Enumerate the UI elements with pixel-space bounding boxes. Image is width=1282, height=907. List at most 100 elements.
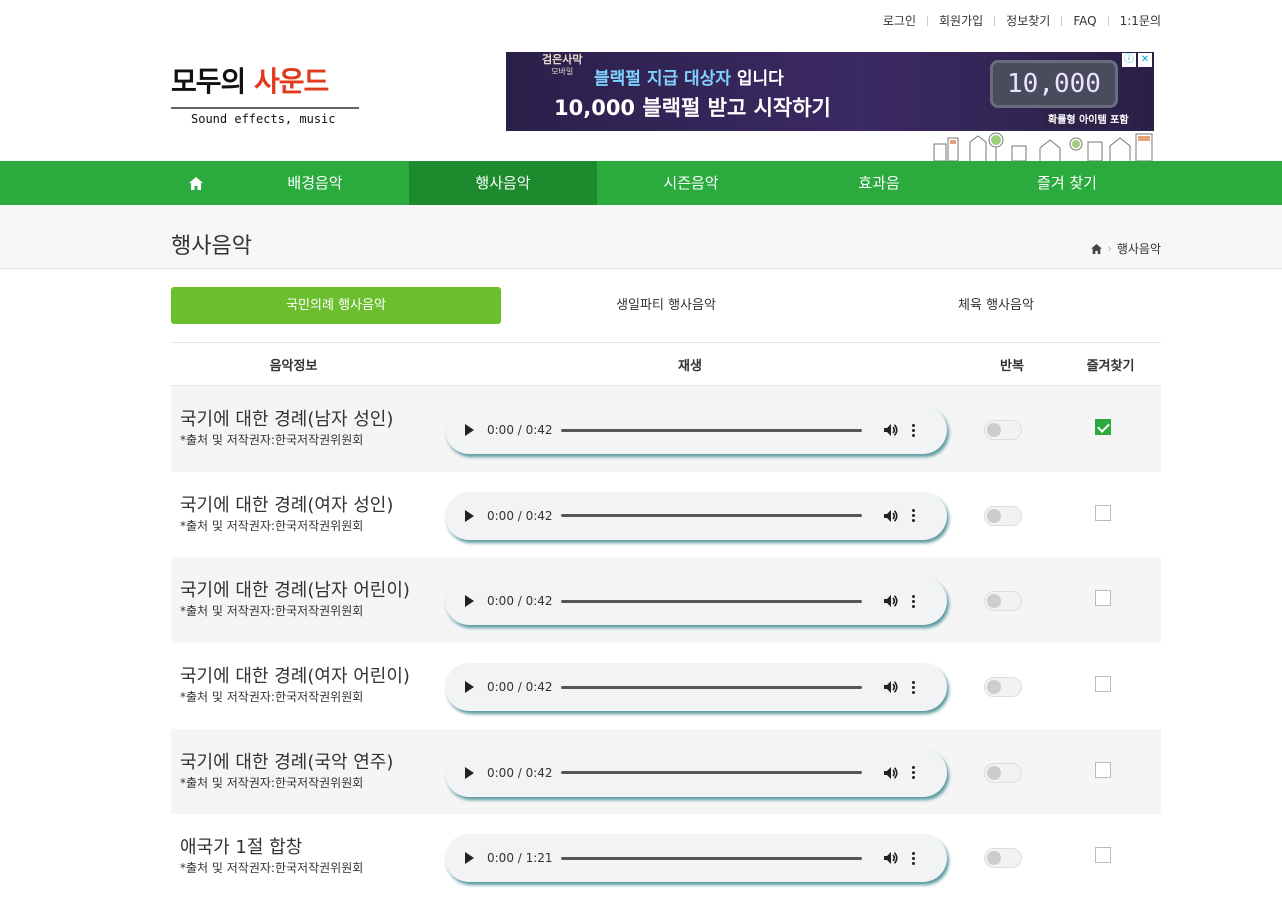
- track-title: 국기에 대한 경례(남자 성인): [180, 409, 394, 430]
- town-illustration: [933, 132, 1153, 161]
- progress-track[interactable]: [561, 856, 862, 860]
- play-time: 0:00 / 1:21: [487, 851, 553, 866]
- header-favorite: 즐겨찾기: [1086, 358, 1135, 374]
- track-title: 애국가 1절 합창: [180, 837, 303, 859]
- music-table: 음악정보 재생 반복 즐겨찾기 국기에 대한 경례(남자 성인) *출처 및 저작…: [171, 342, 1161, 900]
- site-logo[interactable]: 모두의 사운드 Sound effects, music: [171, 60, 361, 132]
- progress-track[interactable]: [561, 514, 862, 518]
- table-row: 국기에 대한 경례(여자 어린이) *출처 및 저작권자:한국저작권위원회 0:00…: [171, 643, 1161, 729]
- logo-text-red: 사운드: [254, 65, 329, 98]
- repeat-toggle[interactable]: [984, 762, 1022, 783]
- tab-sports-event[interactable]: 체육 행사음악: [831, 287, 1161, 324]
- utility-links: 로그인 회원가입 정보찾기 FAQ 1:1문의: [883, 12, 1161, 29]
- header-music-info: 음악정보: [269, 358, 318, 374]
- logo-text-black: 모두의: [171, 65, 255, 98]
- nav-item-event-music[interactable]: 행사음악: [409, 161, 597, 205]
- ad-subline: 10,000 블랙펄 받고 시작하기: [554, 96, 831, 120]
- ad-headline-highlight: 블랙펄 지급 대상자: [594, 69, 731, 89]
- header-play: 재생: [678, 358, 702, 374]
- track-title: 국기에 대한 경례(여자 어린이): [180, 666, 410, 688]
- play-icon[interactable]: [465, 424, 474, 436]
- nav-item-bgm[interactable]: 배경음악: [221, 161, 409, 205]
- play-icon[interactable]: [465, 766, 474, 779]
- login-link[interactable]: 로그인: [883, 12, 916, 29]
- ad-choices: ⓘ ✕: [1122, 53, 1152, 67]
- play-time: 0:00 / 0:42: [487, 594, 553, 609]
- repeat-toggle[interactable]: [984, 420, 1022, 440]
- main-nav: 배경음악 행사음악 시즌음악 효과음 즐겨 찾기: [0, 161, 1282, 205]
- track-title: 국기에 대한 경례(국악 연주): [180, 751, 394, 773]
- track-source: *출처 및 저작권자:한국저작권위원회: [180, 604, 364, 619]
- track-source: *출처 및 저작권자:한국저작권위원회: [180, 433, 364, 447]
- repeat-toggle[interactable]: [984, 591, 1022, 612]
- play-icon[interactable]: [465, 509, 474, 522]
- more-options-icon[interactable]: [912, 680, 916, 694]
- page: 로그인 회원가입 정보찾기 FAQ 1:1문의 모두의 사운드 Sound ef…: [0, 0, 1282, 907]
- progress-track[interactable]: [561, 428, 862, 432]
- more-options-icon[interactable]: [912, 594, 916, 608]
- nav-item-season-music[interactable]: 시즌음악: [597, 161, 785, 205]
- progress-track[interactable]: [561, 599, 862, 603]
- ad-banner[interactable]: 검은사막 모바일 블랙펄 지급 대상자 입니다 10,000 블랙펄 받고 시작하…: [506, 52, 1154, 131]
- ad-headline: 블랙펄 지급 대상자 입니다: [594, 64, 784, 89]
- audio-player: 0:00 / 0:42: [445, 663, 947, 712]
- page-header: 행사음악 › 행사음악: [0, 205, 1282, 269]
- header-repeat: 반복: [1000, 358, 1024, 374]
- home-icon[interactable]: [1091, 243, 1103, 254]
- repeat-toggle[interactable]: [984, 505, 1022, 526]
- play-time: 0:00 / 0:42: [487, 680, 553, 695]
- table-row: 국기에 대한 경례(남자 성인) *출처 및 저작권자:한국저작권위원회 0:00 …: [171, 386, 1161, 472]
- nav-home[interactable]: [171, 161, 221, 205]
- track-source: *출처 및 저작권자:한국저작권위원회: [180, 861, 364, 876]
- volume-icon[interactable]: [882, 678, 900, 696]
- favorite-checkbox[interactable]: [1095, 419, 1111, 435]
- repeat-toggle[interactable]: [984, 677, 1022, 698]
- more-options-icon[interactable]: [912, 851, 916, 865]
- play-icon[interactable]: [465, 852, 474, 865]
- sub-tabs: 국민의례 행사음악 생일파티 행사음악 체육 행사음악: [171, 287, 1161, 324]
- tab-birthday-party[interactable]: 생일파티 행사음악: [501, 287, 831, 324]
- track-source: *출처 및 저작권자:한국저작권위원회: [180, 775, 364, 790]
- volume-icon[interactable]: [882, 592, 900, 610]
- info-icon[interactable]: ⓘ: [1122, 53, 1136, 67]
- favorite-checkbox[interactable]: [1095, 504, 1111, 521]
- progress-track[interactable]: [561, 771, 862, 775]
- more-options-icon[interactable]: [912, 766, 916, 780]
- volume-icon[interactable]: [882, 764, 900, 782]
- divider: [1061, 15, 1063, 26]
- play-icon[interactable]: [465, 595, 474, 608]
- ad-counter: 10,000: [990, 60, 1118, 108]
- divider: [927, 15, 928, 26]
- progress-track[interactable]: [561, 685, 862, 689]
- favorite-checkbox[interactable]: [1095, 761, 1111, 778]
- divider: [1107, 15, 1109, 26]
- favorite-checkbox[interactable]: [1095, 676, 1111, 693]
- volume-icon[interactable]: [882, 849, 900, 867]
- breadcrumb: › 행사음악: [1091, 240, 1161, 257]
- ad-headline-rest: 입니다: [730, 69, 784, 89]
- faq-link[interactable]: FAQ: [1073, 14, 1096, 28]
- nav-item-favorites[interactable]: 즐겨 찾기: [973, 161, 1161, 205]
- volume-icon[interactable]: [882, 421, 900, 439]
- inquiry-link[interactable]: 1:1문의: [1120, 12, 1161, 29]
- audio-player: 0:00 / 0:42: [445, 748, 947, 797]
- close-icon[interactable]: ✕: [1138, 53, 1152, 67]
- signup-link[interactable]: 회원가입: [939, 12, 983, 29]
- volume-icon[interactable]: [882, 507, 900, 525]
- more-options-icon[interactable]: [912, 509, 916, 523]
- ad-brand-sub: 모바일: [551, 67, 574, 76]
- tab-national-ceremony[interactable]: 국민의례 행사음악: [171, 287, 501, 324]
- play-icon[interactable]: [465, 681, 474, 694]
- audio-player: 0:00 / 0:42: [445, 406, 947, 454]
- page-title: 행사음악: [171, 234, 252, 259]
- favorite-checkbox[interactable]: [1095, 847, 1111, 864]
- favorite-checkbox[interactable]: [1095, 590, 1111, 607]
- play-time: 0:00 / 0:42: [487, 765, 553, 780]
- find-info-link[interactable]: 정보찾기: [1006, 12, 1050, 29]
- breadcrumb-current: 행사음악: [1116, 242, 1161, 256]
- repeat-toggle[interactable]: [984, 848, 1022, 869]
- nav-item-sound-effects[interactable]: 효과음: [785, 161, 973, 205]
- more-options-icon[interactable]: [912, 423, 916, 437]
- audio-player: 0:00 / 0:42: [445, 577, 947, 626]
- table-body: 국기에 대한 경례(남자 성인) *출처 및 저작권자:한국저작권위원회 0:00 …: [171, 386, 1161, 900]
